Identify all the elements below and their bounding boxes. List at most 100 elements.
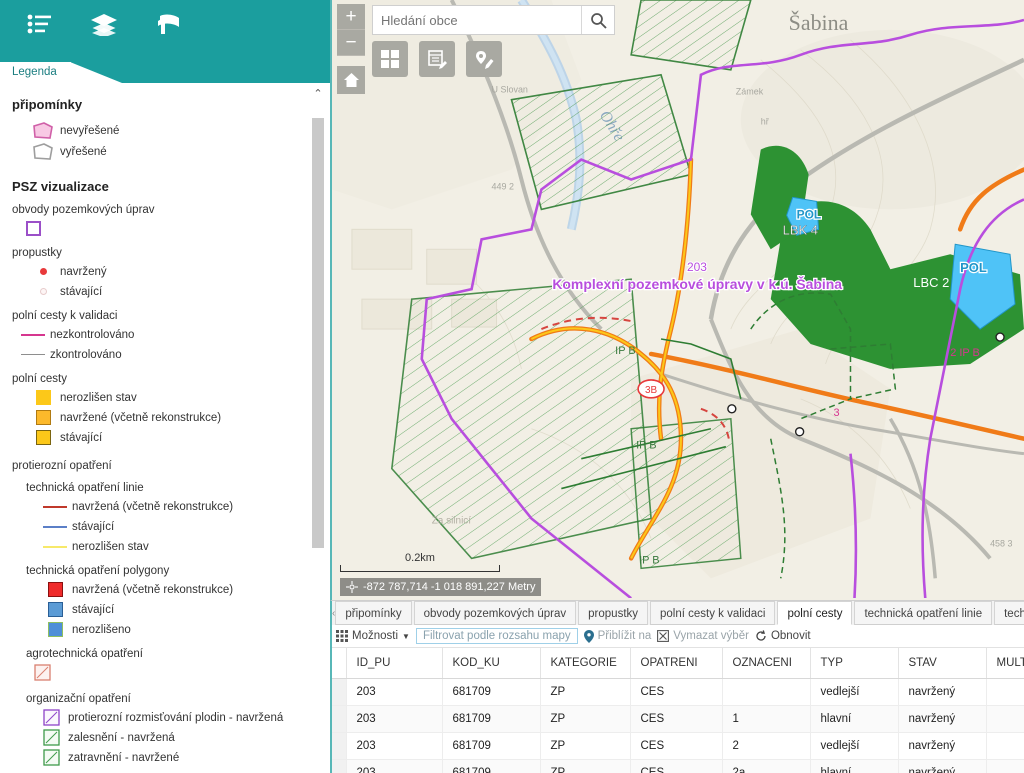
legend-scrollbar[interactable]: ⌃ — [312, 86, 324, 770]
search-input[interactable] — [373, 6, 581, 34]
dot-red-icon — [26, 268, 60, 275]
legend-label: stávající — [60, 431, 103, 444]
basemap-gallery-button[interactable] — [372, 41, 408, 77]
attribute-grid[interactable]: ID_PU KOD_KU KATEGORIE OPATRENI OZNACENI… — [332, 648, 1024, 773]
home-button[interactable] — [337, 66, 365, 94]
row-select-cell[interactable] — [332, 678, 347, 706]
table-row[interactable]: 203 681709 ZP CES 2a hlavní navržený — [332, 759, 1024, 773]
draw-edit-button[interactable] — [466, 41, 502, 77]
legend-label: navržená (včetně rekonstrukce) — [72, 583, 234, 596]
tab-propustky[interactable]: propustky — [578, 601, 649, 625]
legend-item-propustky-stavajici: stávající — [26, 283, 330, 300]
svg-text:3B: 3B — [645, 385, 658, 396]
legend-label: stávající — [72, 520, 115, 533]
search-box[interactable] — [372, 5, 615, 35]
zoom-out-button[interactable]: − — [337, 30, 365, 56]
map-label-projekt: Komplexní pozemkové úpravy v k.ú. Šabina — [552, 275, 842, 292]
layers-icon-glyph — [91, 14, 117, 36]
options-button[interactable]: Možnosti ▼ — [336, 630, 410, 642]
polygon-hatch-green2-icon — [34, 749, 68, 766]
legend-icon-glyph — [27, 14, 51, 34]
attribute-table-toolbar: Možnosti ▼ Filtrovat podle rozsahu mapy … — [332, 625, 1024, 648]
square-purple-outline-icon — [26, 221, 48, 236]
legend-item-org-zatravneni: zatravnění - navržené — [34, 749, 330, 766]
cell-oznaceni: 2 — [722, 732, 811, 760]
legend-item-obvody-symbol — [26, 220, 330, 237]
legend-icon[interactable] — [8, 0, 72, 48]
map-tool-row[interactable] — [372, 41, 502, 77]
polygon-hatch-purple-icon — [34, 709, 68, 726]
scrollbar-track[interactable] — [312, 102, 324, 770]
search-icon — [590, 12, 607, 29]
zoom-to-button[interactable]: Přiblížit na — [583, 629, 651, 643]
tab-technicka-opatreni-polygony[interactable]: technická opat — [994, 601, 1024, 625]
legend-item-pc-nerozlisen: nerozlišen stav — [26, 389, 330, 406]
cell-kod-ku: 681709 — [442, 678, 541, 706]
column-header-opatreni[interactable]: OPATRENI — [630, 648, 723, 679]
map-label-sabina: Šabina — [789, 10, 849, 35]
cell-multifu — [986, 705, 1024, 733]
map-view[interactable]: Ohře — [330, 0, 1024, 600]
scrollbar-thumb[interactable] — [312, 118, 324, 548]
attribute-table: ID_PU KOD_KU KATEGORIE OPATRENI OZNACENI… — [332, 648, 1024, 773]
filter-by-map-extent-button[interactable]: Filtrovat podle rozsahu mapy — [415, 628, 578, 644]
tab-obvody-pozemkovych-uprav[interactable]: obvody pozemkových úprav — [413, 601, 577, 625]
scroll-up-icon[interactable]: ⌃ — [312, 86, 324, 100]
zoom-in-button[interactable]: + — [337, 4, 365, 30]
tab-polni-cesty[interactable]: polní cesty — [777, 601, 853, 625]
cell-kod-ku: 681709 — [442, 759, 541, 773]
clear-selection-button[interactable]: Vymazat výběr — [657, 630, 749, 642]
refresh-button[interactable]: Obnovit — [755, 630, 811, 642]
polygon-pink-icon — [26, 122, 60, 140]
legend-group-agrotechnicka: agrotechnická opatření — [26, 648, 143, 660]
tab-technicka-opatreni-linie[interactable]: technická opatření linie — [854, 601, 993, 625]
cell-oznaceni: 2a — [722, 759, 811, 773]
map-label-uslovany: U Slovan — [492, 85, 528, 95]
column-header-multifu[interactable]: MULTIFU — [986, 648, 1024, 679]
cell-opatreni: CES — [630, 732, 723, 760]
column-header-typ[interactable]: TYP — [810, 648, 899, 679]
table-header-row: ID_PU KOD_KU KATEGORIE OPATRENI OZNACENI… — [332, 648, 1024, 679]
column-header-oznaceni[interactable]: OZNACENI — [722, 648, 811, 679]
square-red-icon — [38, 582, 72, 597]
coordinate-display: -872 787,714 -1 018 891,227 Metry — [340, 578, 542, 596]
legend-group-tech-linie: technická opatření linie — [26, 482, 144, 494]
dot-light-icon — [26, 288, 60, 295]
column-header-kod-ku[interactable]: KOD_KU — [442, 648, 541, 679]
cell-opatreni: CES — [630, 705, 723, 733]
row-select-cell[interactable] — [332, 732, 347, 760]
cell-opatreni: CES — [630, 759, 723, 773]
legend-item-tp-navrzena: navržená (včetně rekonstrukce) — [38, 581, 330, 598]
row-select-cell[interactable] — [332, 705, 347, 733]
layers-icon[interactable] — [72, 0, 136, 48]
table-row[interactable]: 203 681709 ZP CES vedlejší navržený — [332, 678, 1024, 706]
map-canvas[interactable]: Ohře — [332, 0, 1024, 599]
row-select-cell[interactable] — [332, 759, 347, 773]
column-header-stav[interactable]: STAV — [898, 648, 987, 679]
basemap-icon[interactable] — [136, 0, 200, 48]
map-label-zamek: Zámek — [736, 87, 764, 97]
tab-pripominky[interactable]: připomínky — [335, 601, 412, 625]
tab-legenda[interactable]: Legenda — [0, 62, 71, 83]
legend-item-nevyresene: nevyřešené — [26, 122, 330, 140]
search-button[interactable] — [581, 6, 614, 34]
square-blue-icon — [38, 602, 72, 617]
tab-polni-cesty-k-validaci[interactable]: polní cesty k validaci — [650, 601, 776, 625]
table-row[interactable]: 203 681709 ZP CES 1 hlavní navržený — [332, 705, 1024, 733]
column-header-kategorie[interactable]: KATEGORIE — [540, 648, 631, 679]
legend-item-tl-navrzena: navržená (včetně rekonstrukce) — [38, 498, 330, 515]
legend-item-nezkontrolovano: nezkontrolováno — [16, 326, 330, 343]
map-label-pol-left: POL — [797, 207, 822, 221]
zoom-controls[interactable]: + − — [337, 4, 365, 56]
tabstrip-slant — [69, 62, 122, 83]
legend-item-tl-stavajici: stávající — [38, 518, 330, 535]
basemap-icon-glyph — [158, 14, 179, 34]
legend-label: nerozlišeno — [72, 623, 131, 636]
legend-label: zatravnění - navržené — [68, 751, 180, 764]
cell-id-pu: 203 — [346, 678, 443, 706]
attribute-table-button[interactable] — [419, 41, 455, 77]
column-header-id-pu[interactable]: ID_PU — [346, 648, 443, 679]
table-row[interactable]: 203 681709 ZP CES 2 vedlejší navržený — [332, 732, 1024, 760]
polygon-hatch-salmon-icon — [34, 664, 56, 681]
legend-group-polni-cesty: polní cesty — [12, 373, 67, 385]
